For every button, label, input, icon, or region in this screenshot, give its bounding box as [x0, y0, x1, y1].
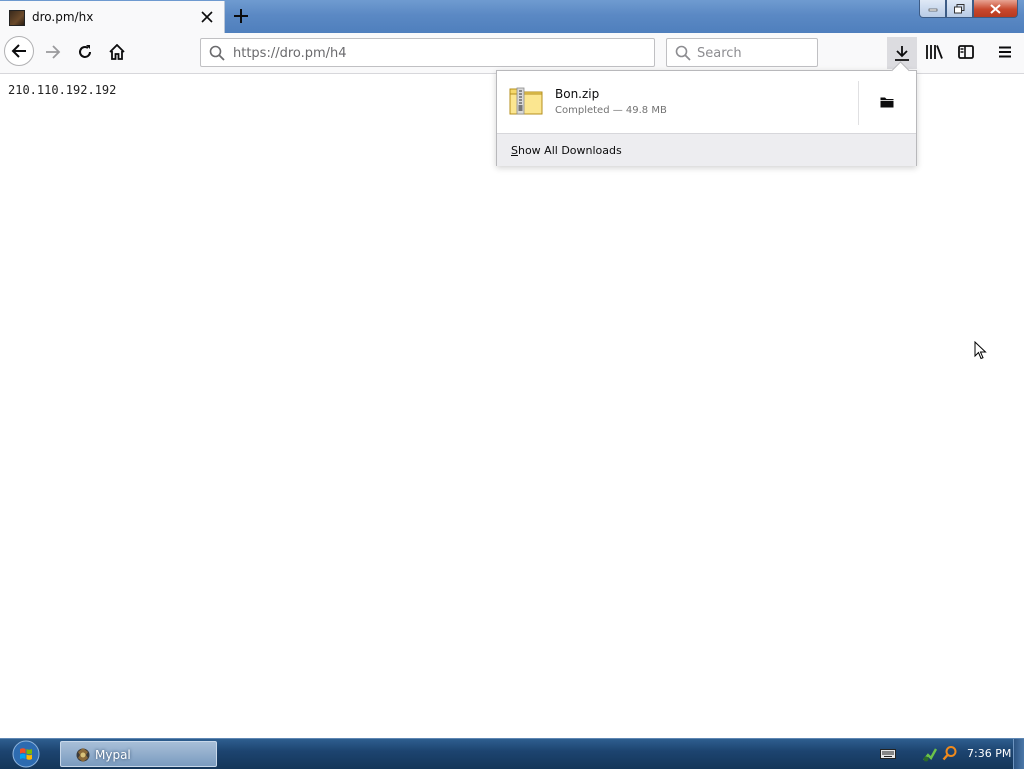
system-tray: 7:36 PM: [870, 739, 1024, 769]
window-controls: [919, 0, 1018, 18]
window-close-button[interactable]: [973, 0, 1018, 18]
taskbar: Mypal 7:36 PM: [0, 738, 1024, 769]
search-placeholder: Search: [697, 46, 742, 61]
keyboard-icon[interactable]: [880, 749, 896, 759]
restore-button[interactable]: [946, 0, 973, 18]
menu-button[interactable]: [990, 37, 1020, 67]
zip-file-icon: [509, 87, 543, 115]
minimize-button[interactable]: [919, 0, 946, 18]
search-bar[interactable]: Search: [666, 38, 818, 67]
tab-title: dro.pm/hx: [32, 10, 94, 24]
url-text: https://dro.pm/h4: [233, 46, 347, 61]
show-all-downloads-button[interactable]: Show All Downloads: [497, 133, 916, 166]
folder-icon: [880, 97, 894, 108]
search-tray-icon[interactable]: [942, 745, 958, 761]
new-tab-button[interactable]: [229, 5, 253, 27]
divider: [858, 81, 859, 125]
windows-start-icon: [12, 740, 40, 768]
reload-button[interactable]: [70, 37, 100, 67]
clock[interactable]: 7:36 PM: [967, 747, 1011, 760]
page-content: 210.110.192.192: [0, 74, 1024, 738]
close-icon: [201, 11, 213, 23]
show-all-downloads-text: how All Downloads: [517, 144, 622, 157]
back-button[interactable]: [4, 36, 34, 66]
site-favicon-icon: [9, 10, 25, 26]
library-icon: [926, 45, 943, 59]
back-icon: [11, 44, 26, 58]
forward-button[interactable]: [38, 37, 68, 67]
downloads-panel: Bon.zip Completed — 49.8 MB Show All Dow…: [496, 61, 917, 166]
ip-address-text: 210.110.192.192: [8, 83, 117, 97]
mypal-app-icon: [76, 748, 90, 762]
url-bar[interactable]: https://dro.pm/h4: [200, 38, 655, 67]
sidebar-icon: [958, 45, 974, 59]
title-bar: dro.pm/hx: [0, 0, 1024, 33]
plus-icon: [234, 9, 248, 23]
open-folder-button[interactable]: [869, 87, 905, 117]
nav-toolbar: https://dro.pm/h4 Search: [0, 33, 1024, 74]
search-icon: [675, 45, 691, 61]
search-icon: [209, 45, 225, 61]
library-button[interactable]: [919, 37, 949, 67]
start-button[interactable]: [6, 740, 46, 768]
taskbar-app-label: Mypal: [95, 748, 131, 762]
tab-active[interactable]: dro.pm/hx: [0, 1, 225, 33]
taskbar-app-button[interactable]: Mypal: [60, 741, 217, 767]
access-key: S: [511, 144, 518, 157]
sidebar-button[interactable]: [951, 37, 981, 67]
restore-icon: [954, 3, 965, 13]
home-button[interactable]: [102, 37, 132, 67]
download-item[interactable]: Bon.zip Completed — 49.8 MB: [497, 71, 916, 133]
show-all-downloads-label: Show All Downloads: [511, 144, 622, 157]
mouse-cursor-icon: [974, 341, 987, 360]
show-desktop-button[interactable]: [1013, 739, 1024, 769]
download-file-name: Bon.zip: [555, 87, 600, 101]
reload-icon: [79, 45, 91, 58]
minimize-icon: [928, 8, 937, 11]
download-icon: [895, 46, 909, 61]
close-icon: [990, 3, 1001, 14]
home-icon: [109, 44, 125, 60]
tab-close-button[interactable]: [197, 7, 217, 27]
forward-icon: [46, 45, 61, 59]
network-icon[interactable]: [922, 746, 938, 762]
download-status: Completed — 49.8 MB: [555, 105, 667, 116]
menu-icon: [999, 46, 1011, 58]
